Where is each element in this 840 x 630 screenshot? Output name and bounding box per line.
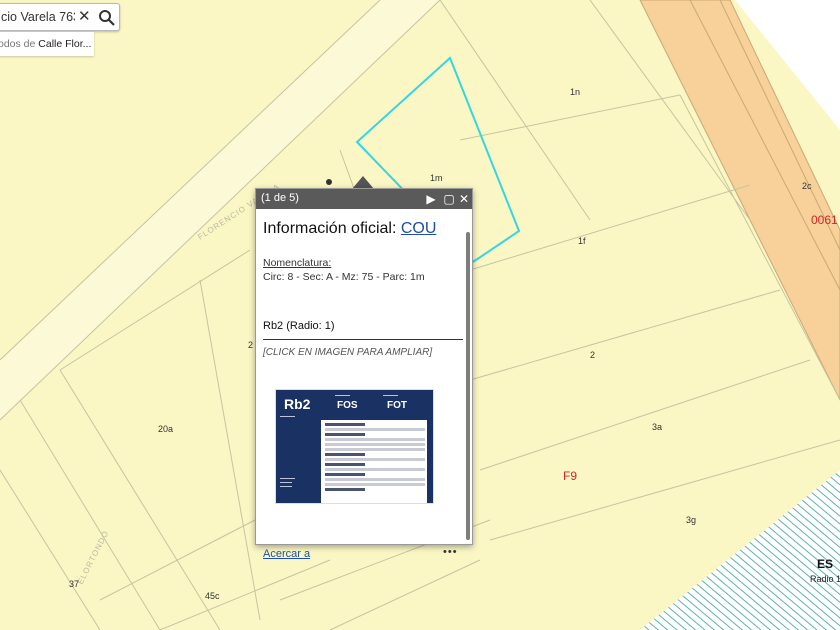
- thumbnail-fot: FOT: [387, 400, 407, 411]
- search-icon[interactable]: [98, 9, 116, 27]
- parcel-label: 20a: [158, 424, 174, 434]
- divider: [263, 339, 463, 340]
- search-suggestion[interactable]: odos de Calle Flor...: [0, 32, 94, 56]
- zoom-to-link[interactable]: Acercar a: [263, 548, 310, 560]
- thumbnail-rows: [325, 423, 425, 493]
- info-popup: (1 de 5) ▶ ▢ ✕ Información oficial: COU …: [255, 188, 473, 560]
- thumbnail-left-panel: Rb2 ▬▬▬▬▬ ▬▬▬▬▬ ▬▬▬▬ ▬▬▬▬: [276, 390, 321, 503]
- suggestion-prefix: odos de: [0, 38, 39, 50]
- popup-header: (1 de 5) ▶ ▢ ✕: [256, 189, 472, 209]
- click-note: [CLICK EN IMAGEN PARA AMPLIAR]: [263, 347, 433, 358]
- zoning-thumbnail[interactable]: Rb2 ▬▬▬▬▬ ▬▬▬▬▬ ▬▬▬▬ ▬▬▬▬ ▬▬▬▬▬ ▬▬▬▬▬ FOS …: [275, 389, 434, 504]
- parcel-label: 2: [590, 350, 596, 360]
- thumbnail-right-bar: [427, 390, 433, 503]
- cou-link[interactable]: COU: [401, 220, 437, 237]
- zone-label: F9: [563, 469, 578, 483]
- parcel-label: 1n: [570, 87, 581, 97]
- suggestion-bold: Calle Flor...: [38, 38, 92, 50]
- close-icon[interactable]: ✕: [78, 8, 91, 26]
- parcel-label: 2c: [802, 181, 812, 191]
- popup-title-prefix: Información oficial:: [263, 220, 401, 237]
- parcel-label: 37: [69, 579, 80, 589]
- nomenclatura-label: Nomenclatura:: [263, 257, 332, 269]
- search-input[interactable]: cio Varela 763,: [1, 10, 75, 24]
- search-box[interactable]: cio Varela 763, ✕: [0, 3, 120, 31]
- zone-label: 0061: [811, 213, 838, 227]
- thumbnail-foot: ▬▬▬▬▬ ▬▬▬▬ ▬▬▬▬: [280, 476, 295, 488]
- thumbnail-header: ▬▬▬▬▬ ▬▬▬▬▬ FOS FOT: [321, 390, 427, 420]
- parcel-label: 2: [248, 340, 254, 350]
- more-options-icon[interactable]: •••: [443, 546, 458, 558]
- nomenclatura-value: Circ: 8 - Sec: A - Mz: 75 - Parc: 1m: [263, 271, 425, 283]
- maximize-icon[interactable]: ▢: [442, 191, 456, 207]
- popup-counter: (1 de 5): [261, 192, 299, 204]
- district-radio: Radio 1: [810, 574, 840, 584]
- zone-radio-line: Rb2 (Radio: 1): [263, 320, 335, 332]
- popup-title: Información oficial: COU: [263, 220, 436, 238]
- popup-scrollbar[interactable]: [466, 232, 470, 540]
- parcel-label: 45c: [205, 591, 220, 601]
- popup-body: Información oficial: COU Nomenclatura: C…: [256, 209, 472, 560]
- thumbnail-code: Rb2: [284, 396, 311, 412]
- next-icon[interactable]: ▶: [424, 191, 438, 207]
- parcel-label: 1m: [430, 173, 443, 183]
- parcel-label: 1f: [578, 236, 586, 246]
- thumbnail-fos: FOS: [337, 400, 358, 411]
- close-icon[interactable]: ✕: [457, 191, 471, 207]
- parcel-label: 3a: [652, 422, 663, 432]
- district-code: ES: [817, 557, 834, 571]
- thumbnail-subtext: ▬▬▬▬▬: [280, 414, 295, 418]
- parcel-label: 3g: [686, 515, 697, 525]
